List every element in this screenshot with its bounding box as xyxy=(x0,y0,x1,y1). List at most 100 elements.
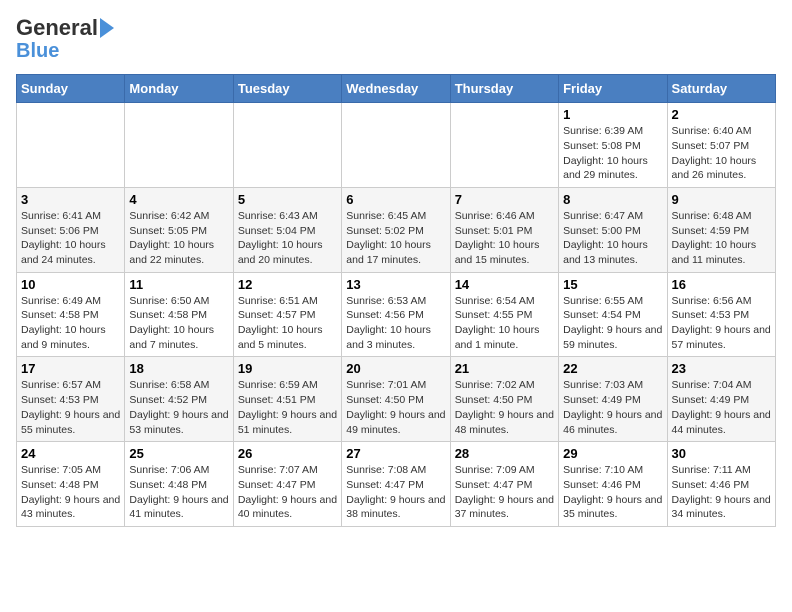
calendar-week-row: 1Sunrise: 6:39 AM Sunset: 5:08 PM Daylig… xyxy=(17,103,776,188)
day-number: 9 xyxy=(672,192,771,207)
header: General Blue xyxy=(16,16,776,62)
day-info: Sunrise: 6:47 AM Sunset: 5:00 PM Dayligh… xyxy=(563,209,662,268)
logo-blue: Blue xyxy=(16,40,59,62)
calendar-cell: 11 Sunrise: 6:50 AM Sunset: 4:58 PM Dayli… xyxy=(125,272,233,357)
day-info: Sunrise: 6:41 AM Sunset: 5:06 PM Dayligh… xyxy=(21,209,120,268)
day-of-week-header: Tuesday xyxy=(233,75,341,103)
calendar-cell: 20 Sunrise: 7:01 AM Sunset: 4:50 PM Dayli… xyxy=(342,357,450,442)
day-number: 29 xyxy=(563,446,662,461)
day-of-week-header: Sunday xyxy=(17,75,125,103)
day-info: Sunrise: 6:50 AM Sunset: 4:58 PM Dayligh… xyxy=(129,294,228,353)
calendar-cell: 2Sunrise: 6:40 AM Sunset: 5:07 PM Daylig… xyxy=(667,103,775,188)
calendar-cell: 6 Sunrise: 6:45 AM Sunset: 5:02 PM Daylig… xyxy=(342,187,450,272)
day-number: 24 xyxy=(21,446,120,461)
calendar-cell: 9 Sunrise: 6:48 AM Sunset: 4:59 PM Daylig… xyxy=(667,187,775,272)
calendar-cell: 7Sunrise: 6:46 AM Sunset: 5:01 PM Daylig… xyxy=(450,187,558,272)
day-info: Sunrise: 6:55 AM Sunset: 4:54 PM Dayligh… xyxy=(563,294,662,353)
calendar-cell: 17Sunrise: 6:57 AM Sunset: 4:53 PM Dayli… xyxy=(17,357,125,442)
day-info: Sunrise: 7:11 AM Sunset: 4:46 PM Dayligh… xyxy=(672,463,771,522)
calendar-cell: 12 Sunrise: 6:51 AM Sunset: 4:57 PM Dayli… xyxy=(233,272,341,357)
day-info: Sunrise: 7:04 AM Sunset: 4:49 PM Dayligh… xyxy=(672,378,771,437)
calendar-cell: 5Sunrise: 6:43 AM Sunset: 5:04 PM Daylig… xyxy=(233,187,341,272)
day-number: 21 xyxy=(455,361,554,376)
day-info: Sunrise: 7:08 AM Sunset: 4:47 PM Dayligh… xyxy=(346,463,445,522)
calendar-cell: 23 Sunrise: 7:04 AM Sunset: 4:49 PM Dayli… xyxy=(667,357,775,442)
day-info: Sunrise: 6:56 AM Sunset: 4:53 PM Dayligh… xyxy=(672,294,771,353)
day-info: Sunrise: 7:05 AM Sunset: 4:48 PM Dayligh… xyxy=(21,463,120,522)
day-info: Sunrise: 7:01 AM Sunset: 4:50 PM Dayligh… xyxy=(346,378,445,437)
day-info: Sunrise: 7:03 AM Sunset: 4:49 PM Dayligh… xyxy=(563,378,662,437)
day-info: Sunrise: 6:51 AM Sunset: 4:57 PM Dayligh… xyxy=(238,294,337,353)
calendar-week-row: 10 Sunrise: 6:49 AM Sunset: 4:58 PM Dayli… xyxy=(17,272,776,357)
day-of-week-header: Thursday xyxy=(450,75,558,103)
day-number: 3 xyxy=(21,192,120,207)
calendar-cell xyxy=(450,103,558,188)
day-of-week-header: Saturday xyxy=(667,75,775,103)
day-of-week-header: Monday xyxy=(125,75,233,103)
calendar-cell: 1Sunrise: 6:39 AM Sunset: 5:08 PM Daylig… xyxy=(559,103,667,188)
calendar-week-row: 3 Sunrise: 6:41 AM Sunset: 5:06 PM Daylig… xyxy=(17,187,776,272)
calendar-cell xyxy=(342,103,450,188)
calendar-cell: 15 Sunrise: 6:55 AM Sunset: 4:54 PM Dayli… xyxy=(559,272,667,357)
day-of-week-header: Wednesday xyxy=(342,75,450,103)
calendar-cell: 26Sunrise: 7:07 AM Sunset: 4:47 PM Dayli… xyxy=(233,442,341,527)
day-info: Sunrise: 6:54 AM Sunset: 4:55 PM Dayligh… xyxy=(455,294,554,353)
calendar-cell: 3 Sunrise: 6:41 AM Sunset: 5:06 PM Daylig… xyxy=(17,187,125,272)
day-info: Sunrise: 6:58 AM Sunset: 4:52 PM Dayligh… xyxy=(129,378,228,437)
day-info: Sunrise: 6:48 AM Sunset: 4:59 PM Dayligh… xyxy=(672,209,771,268)
day-number: 18 xyxy=(129,361,228,376)
logo-arrow-icon xyxy=(100,18,114,38)
calendar-cell: 22Sunrise: 7:03 AM Sunset: 4:49 PM Dayli… xyxy=(559,357,667,442)
day-info: Sunrise: 6:45 AM Sunset: 5:02 PM Dayligh… xyxy=(346,209,445,268)
day-number: 8 xyxy=(563,192,662,207)
day-number: 11 xyxy=(129,277,228,292)
day-info: Sunrise: 6:43 AM Sunset: 5:04 PM Dayligh… xyxy=(238,209,337,268)
day-info: Sunrise: 7:06 AM Sunset: 4:48 PM Dayligh… xyxy=(129,463,228,522)
calendar-cell xyxy=(233,103,341,188)
calendar-cell: 10 Sunrise: 6:49 AM Sunset: 4:58 PM Dayli… xyxy=(17,272,125,357)
day-of-week-header: Friday xyxy=(559,75,667,103)
day-info: Sunrise: 7:09 AM Sunset: 4:47 PM Dayligh… xyxy=(455,463,554,522)
calendar-cell xyxy=(17,103,125,188)
calendar-cell: 4Sunrise: 6:42 AM Sunset: 5:05 PM Daylig… xyxy=(125,187,233,272)
calendar-cell: 14 Sunrise: 6:54 AM Sunset: 4:55 PM Dayli… xyxy=(450,272,558,357)
calendar-cell xyxy=(125,103,233,188)
calendar-cell: 25Sunrise: 7:06 AM Sunset: 4:48 PM Dayli… xyxy=(125,442,233,527)
calendar-table: SundayMondayTuesdayWednesdayThursdayFrid… xyxy=(16,74,776,527)
calendar-cell: 16 Sunrise: 6:56 AM Sunset: 4:53 PM Dayli… xyxy=(667,272,775,357)
day-number: 16 xyxy=(672,277,771,292)
logo-general: General xyxy=(16,16,98,40)
day-number: 19 xyxy=(238,361,337,376)
day-number: 17 xyxy=(21,361,120,376)
day-info: Sunrise: 7:07 AM Sunset: 4:47 PM Dayligh… xyxy=(238,463,337,522)
day-info: Sunrise: 6:46 AM Sunset: 5:01 PM Dayligh… xyxy=(455,209,554,268)
day-number: 10 xyxy=(21,277,120,292)
logo: General Blue xyxy=(16,16,114,62)
calendar-week-row: 24 Sunrise: 7:05 AM Sunset: 4:48 PM Dayli… xyxy=(17,442,776,527)
day-number: 30 xyxy=(672,446,771,461)
day-info: Sunrise: 6:59 AM Sunset: 4:51 PM Dayligh… xyxy=(238,378,337,437)
day-number: 14 xyxy=(455,277,554,292)
day-info: Sunrise: 6:42 AM Sunset: 5:05 PM Dayligh… xyxy=(129,209,228,268)
calendar-cell: 29Sunrise: 7:10 AM Sunset: 4:46 PM Dayli… xyxy=(559,442,667,527)
day-number: 6 xyxy=(346,192,445,207)
calendar-cell: 8 Sunrise: 6:47 AM Sunset: 5:00 PM Daylig… xyxy=(559,187,667,272)
day-info: Sunrise: 6:49 AM Sunset: 4:58 PM Dayligh… xyxy=(21,294,120,353)
calendar-header: SundayMondayTuesdayWednesdayThursdayFrid… xyxy=(17,75,776,103)
day-number: 12 xyxy=(238,277,337,292)
day-info: Sunrise: 6:40 AM Sunset: 5:07 PM Dayligh… xyxy=(672,124,771,183)
day-number: 15 xyxy=(563,277,662,292)
day-info: Sunrise: 7:02 AM Sunset: 4:50 PM Dayligh… xyxy=(455,378,554,437)
calendar-cell: 21 Sunrise: 7:02 AM Sunset: 4:50 PM Dayli… xyxy=(450,357,558,442)
header-row: SundayMondayTuesdayWednesdayThursdayFrid… xyxy=(17,75,776,103)
day-number: 23 xyxy=(672,361,771,376)
calendar-body: 1Sunrise: 6:39 AM Sunset: 5:08 PM Daylig… xyxy=(17,103,776,527)
calendar-cell: 13Sunrise: 6:53 AM Sunset: 4:56 PM Dayli… xyxy=(342,272,450,357)
calendar-cell: 19 Sunrise: 6:59 AM Sunset: 4:51 PM Dayli… xyxy=(233,357,341,442)
calendar-week-row: 17Sunrise: 6:57 AM Sunset: 4:53 PM Dayli… xyxy=(17,357,776,442)
calendar-cell: 27Sunrise: 7:08 AM Sunset: 4:47 PM Dayli… xyxy=(342,442,450,527)
day-number: 20 xyxy=(346,361,445,376)
day-number: 1 xyxy=(563,107,662,122)
calendar-cell: 18 Sunrise: 6:58 AM Sunset: 4:52 PM Dayli… xyxy=(125,357,233,442)
day-info: Sunrise: 6:53 AM Sunset: 4:56 PM Dayligh… xyxy=(346,294,445,353)
